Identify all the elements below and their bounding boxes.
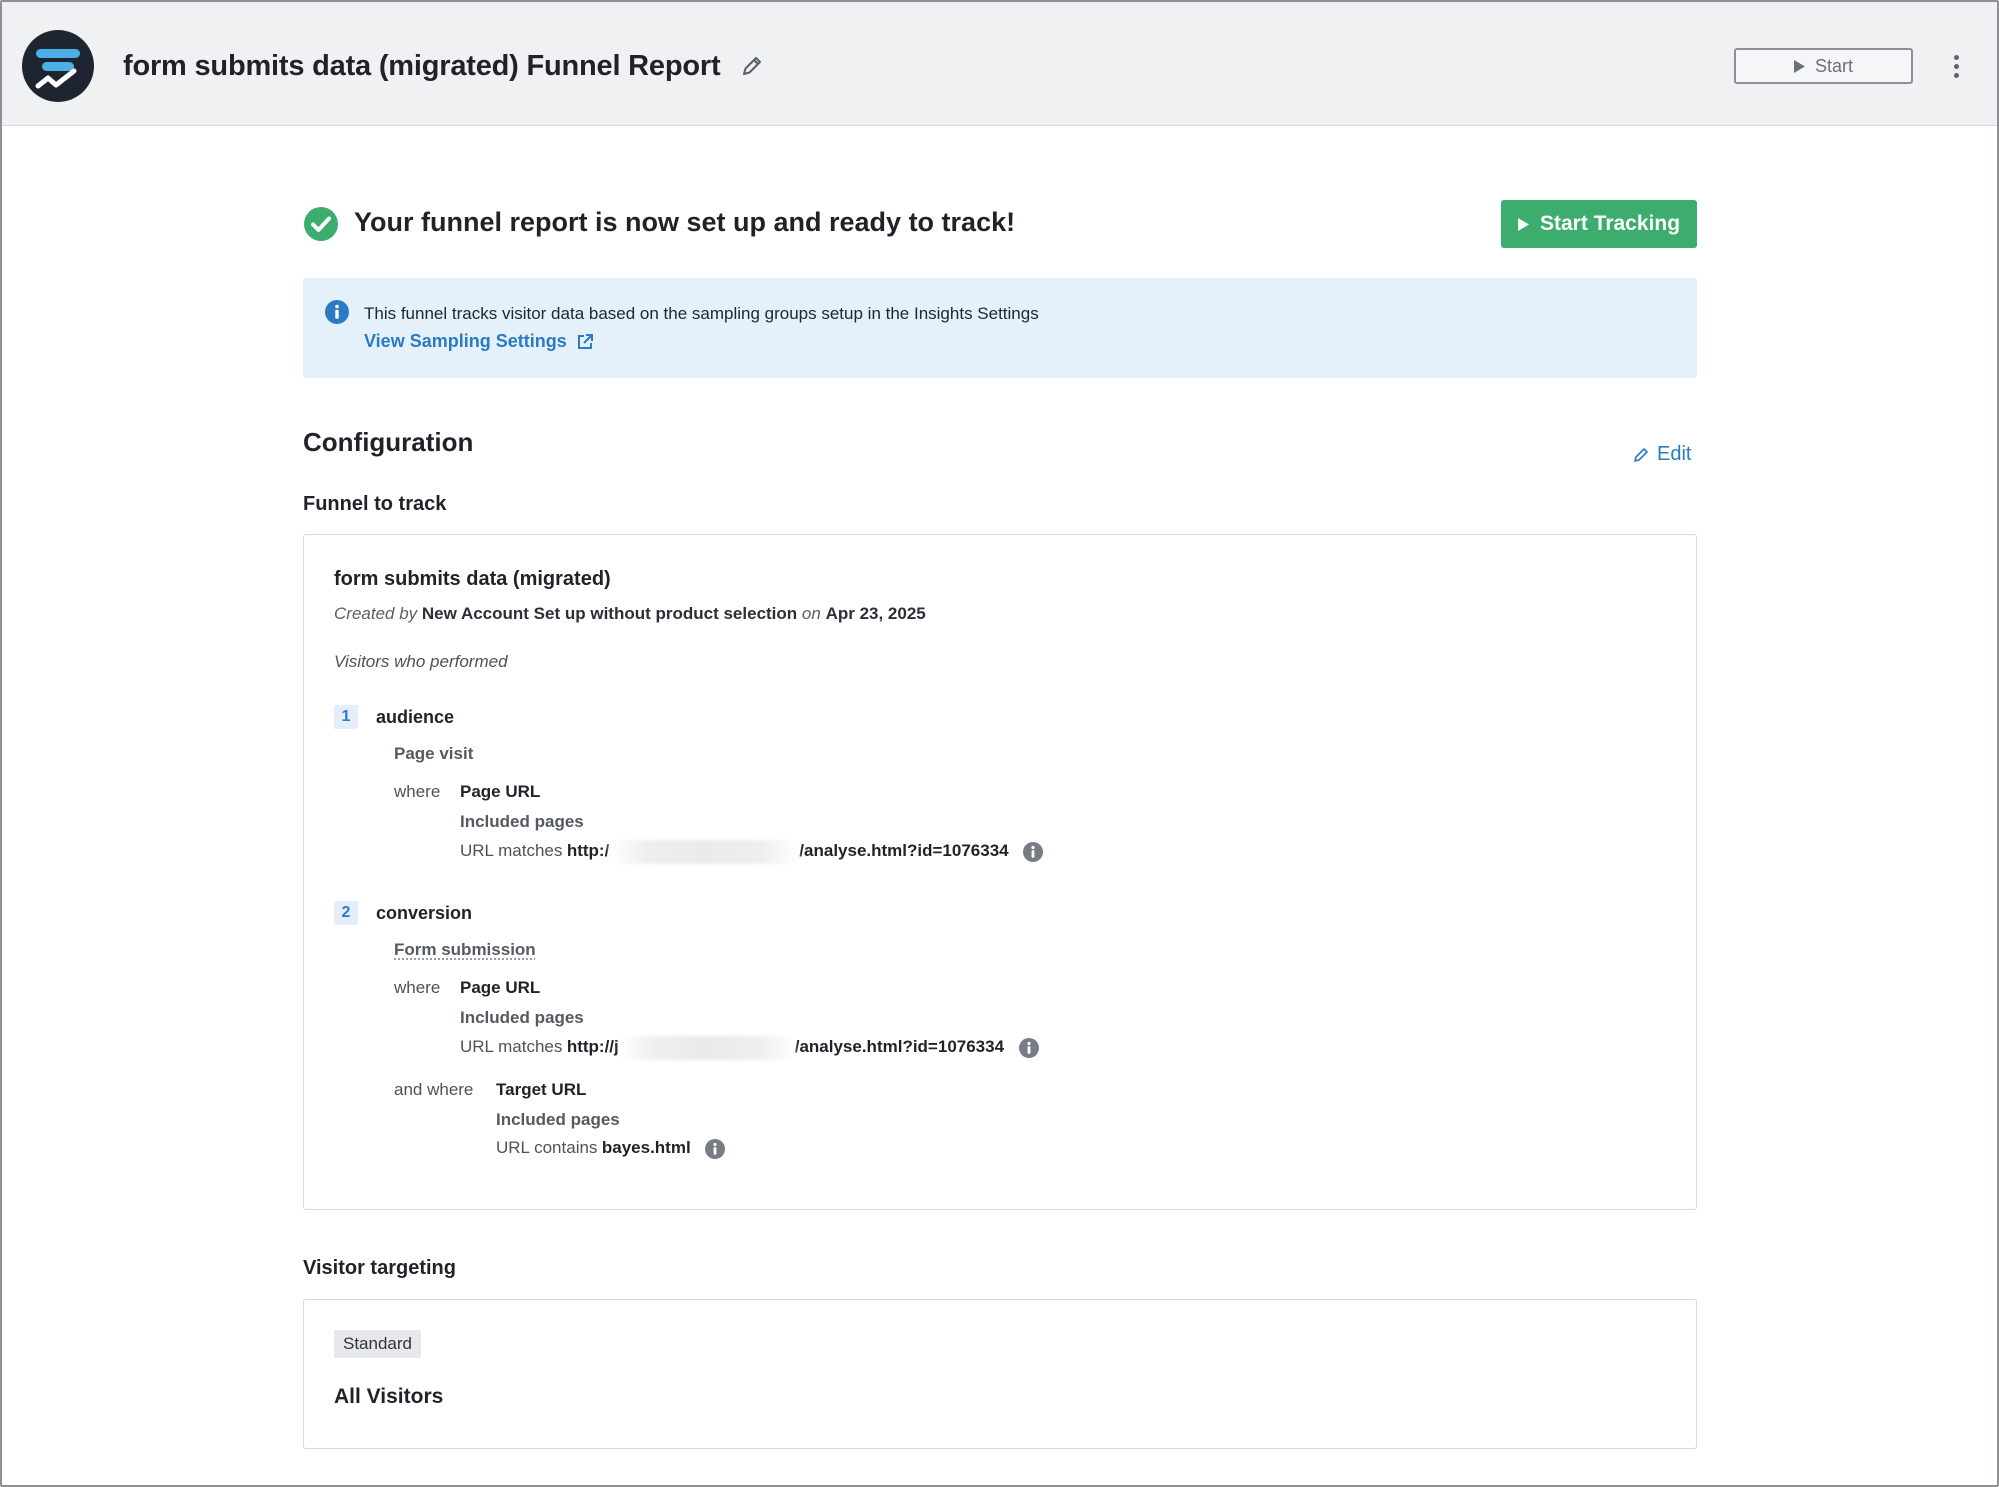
url-suffix: /analyse.html?id=1076334 xyxy=(794,1037,1005,1057)
funnel-meta: Created by New Account Set up without pr… xyxy=(334,604,926,624)
url-prefix: http:/ xyxy=(566,841,610,861)
url-rule: URL matches http://j/analyse.html?id=107… xyxy=(460,1036,1039,1060)
app-logo xyxy=(22,30,94,102)
redacted-url xyxy=(618,1036,795,1060)
app-window: form submits data (migrated) Funnel Repo… xyxy=(0,0,1999,1487)
top-bar: form submits data (migrated) Funnel Repo… xyxy=(2,2,1997,126)
start-button-label: Start xyxy=(1814,55,1853,76)
condition-field: Page URL xyxy=(460,782,541,801)
step-number: 1 xyxy=(334,705,358,729)
visitor-targeting-label: Visitor targeting xyxy=(303,1257,456,1279)
start-tracking-label: Start Tracking xyxy=(1539,212,1681,235)
url-prefix: http://j xyxy=(566,1037,619,1057)
where-label: where xyxy=(394,782,441,801)
included-pages-label: Included pages xyxy=(460,812,584,831)
pencil-icon xyxy=(1634,447,1648,462)
event-type: Form submission xyxy=(394,940,536,959)
url-rule: URL matches http:/ /analyse.html?id=10763… xyxy=(460,840,1044,864)
page-title: form submits data (migrated) Funnel Repo… xyxy=(123,50,721,82)
play-icon xyxy=(1517,217,1529,231)
funnel-to-track-label: Funnel to track xyxy=(303,493,447,515)
match-operator: URL contains xyxy=(496,1138,598,1157)
info-icon[interactable] xyxy=(1018,1038,1039,1058)
success-heading: Your funnel report is now set up and rea… xyxy=(354,207,1016,237)
condition-field: Page URL xyxy=(460,978,541,997)
url-suffix: /analyse.html?id=1076334 xyxy=(799,841,1009,861)
targeting-type-badge: Standard xyxy=(334,1330,421,1358)
start-tracking-button[interactable]: Start Tracking xyxy=(1501,200,1697,248)
where-label: where xyxy=(394,978,441,997)
and-where-label: and where xyxy=(394,1080,474,1099)
edit-label: Edit xyxy=(1657,443,1692,465)
configuration-heading: Configuration xyxy=(303,427,474,457)
info-text: This funnel tracks visitor data based on… xyxy=(364,304,1039,323)
edit-configuration-link[interactable]: Edit xyxy=(1633,443,1691,466)
created-date: Apr 23, 2025 xyxy=(825,604,926,623)
view-sampling-settings-link[interactable]: View Sampling Settings xyxy=(364,331,594,352)
included-pages-label: Included pages xyxy=(496,1110,620,1129)
info-banner: This funnel tracks visitor data based on… xyxy=(303,278,1697,378)
audience-name: All Visitors xyxy=(334,1385,444,1408)
match-operator: URL matches xyxy=(460,841,563,861)
url-rule: URL contains bayes.html xyxy=(496,1138,726,1159)
funnel-name: form submits data (migrated) xyxy=(334,568,611,590)
funnel-card: form submits data (migrated) Created by … xyxy=(303,534,1697,1210)
info-icon xyxy=(325,300,349,324)
info-icon[interactable] xyxy=(705,1138,726,1159)
view-sampling-settings-label: View Sampling Settings xyxy=(364,331,567,351)
created-by-label: Created by xyxy=(334,604,418,623)
more-options-icon[interactable] xyxy=(1948,52,1964,82)
condition-field: Target URL xyxy=(496,1080,587,1099)
visitors-performed-label: Visitors who performed xyxy=(334,652,508,671)
event-type: Page visit xyxy=(394,744,474,763)
url-value: bayes.html xyxy=(601,1138,691,1157)
included-pages-label: Included pages xyxy=(460,1008,584,1027)
match-operator: URL matches xyxy=(460,1037,563,1057)
step-name: conversion xyxy=(376,903,473,923)
check-circle-icon xyxy=(304,207,338,241)
redacted-url xyxy=(609,840,800,864)
play-icon xyxy=(1793,59,1805,73)
step-name: audience xyxy=(376,707,455,727)
step-number: 2 xyxy=(334,901,358,925)
info-icon[interactable] xyxy=(1023,842,1044,862)
on-label: on xyxy=(801,604,821,623)
creator-name: New Account Set up without product selec… xyxy=(421,604,798,623)
pencil-icon[interactable] xyxy=(740,54,764,78)
targeting-card: Standard All Visitors xyxy=(303,1299,1697,1449)
start-button[interactable]: Start xyxy=(1734,48,1913,84)
external-link-icon xyxy=(577,333,593,349)
